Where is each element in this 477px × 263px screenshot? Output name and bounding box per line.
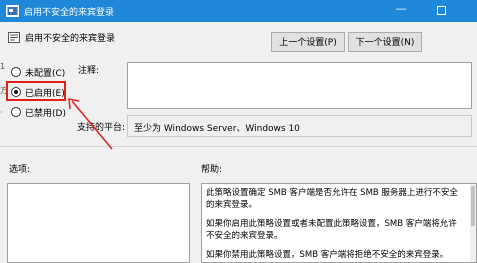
next-setting-button[interactable]: 下一个设置(N) [348,32,422,52]
help-label: 帮助: [201,165,223,175]
annotation-highlight-box [6,81,66,101]
previous-setting-button[interactable]: 上一个设置(P) [271,32,345,52]
comment-label: 注释: [78,66,100,76]
help-paragraph: 如果你禁用此策略设置，SMB 客户端将拒绝不安全的来宾登录。 [206,250,449,260]
policy-app-icon [6,5,19,17]
supported-on-label: 支持的平台: [77,123,126,133]
radio-label: 已禁用(D) [25,109,66,119]
scrollbar-thumb[interactable] [471,186,475,226]
radio-button[interactable] [11,67,21,77]
help-paragraph: 此策略设置确定 SMB 客户端是否允许在 SMB 服务器上进行不安全的来宾登录。 [206,188,458,210]
options-panel[interactable] [7,183,190,263]
radio-label: 未配置(C) [25,69,66,79]
radio-button[interactable] [11,107,21,117]
options-label: 选项: [9,165,31,175]
policy-name: 启用不安全的来宾登录 [25,34,116,44]
window-title: 启用不安全的来宾登录 [24,8,115,18]
comment-textarea[interactable] [127,62,472,109]
background-text: 1 [0,62,6,71]
maximize-button[interactable] [437,6,446,15]
title-bar: 启用不安全的来宾登录 — [0,0,477,22]
help-paragraph: 如果你启用此策略设置或者未配置此策略设置，SMB 客户端将允许不安全的来宾登录。 [206,219,457,241]
policy-setting-icon [8,32,20,43]
help-panel[interactable]: 此策略设置确定 SMB 客户端是否允许在 SMB 服务器上进行不安全的来宾登录。… [201,183,477,263]
supported-on-value: 至少为 Windows Server、Windows 10 [134,124,300,134]
minimize-button[interactable]: — [391,3,411,18]
supported-on-field: 至少为 Windows Server、Windows 10 [127,115,472,137]
help-scrollbar[interactable] [470,184,476,262]
divider [0,146,477,147]
background-text: · [0,108,3,117]
radio-disabled[interactable]: 已禁用(D) [11,106,66,119]
radio-not-configured[interactable]: 未配置(C) [11,66,65,79]
